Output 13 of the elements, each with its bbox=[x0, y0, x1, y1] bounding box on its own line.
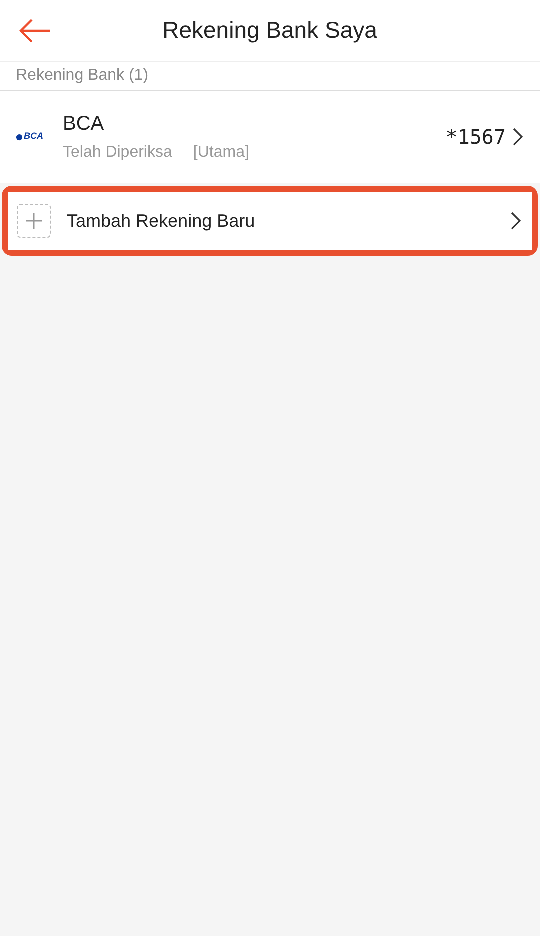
bank-logo: BCA bbox=[16, 130, 48, 144]
add-account-button[interactable]: Tambah Rekening Baru bbox=[8, 192, 532, 250]
chevron-icon bbox=[512, 127, 524, 147]
bank-name: BCA bbox=[63, 112, 106, 137]
chevron-icon bbox=[510, 211, 522, 231]
account-number: *1567 bbox=[446, 124, 506, 151]
back-arrow-icon bbox=[19, 19, 51, 43]
primary-tag: [Utama] bbox=[193, 141, 250, 165]
page-title: Rekening Bank Saya bbox=[162, 16, 378, 46]
verification-status: Telah Diperiksa bbox=[63, 143, 172, 163]
plus-icon bbox=[17, 204, 51, 238]
bank-account-row[interactable]: BCA BCA Telah Diperiksa [Utama] *1567 bbox=[0, 91, 540, 183]
section-label: Rekening Bank (1) bbox=[16, 66, 149, 86]
